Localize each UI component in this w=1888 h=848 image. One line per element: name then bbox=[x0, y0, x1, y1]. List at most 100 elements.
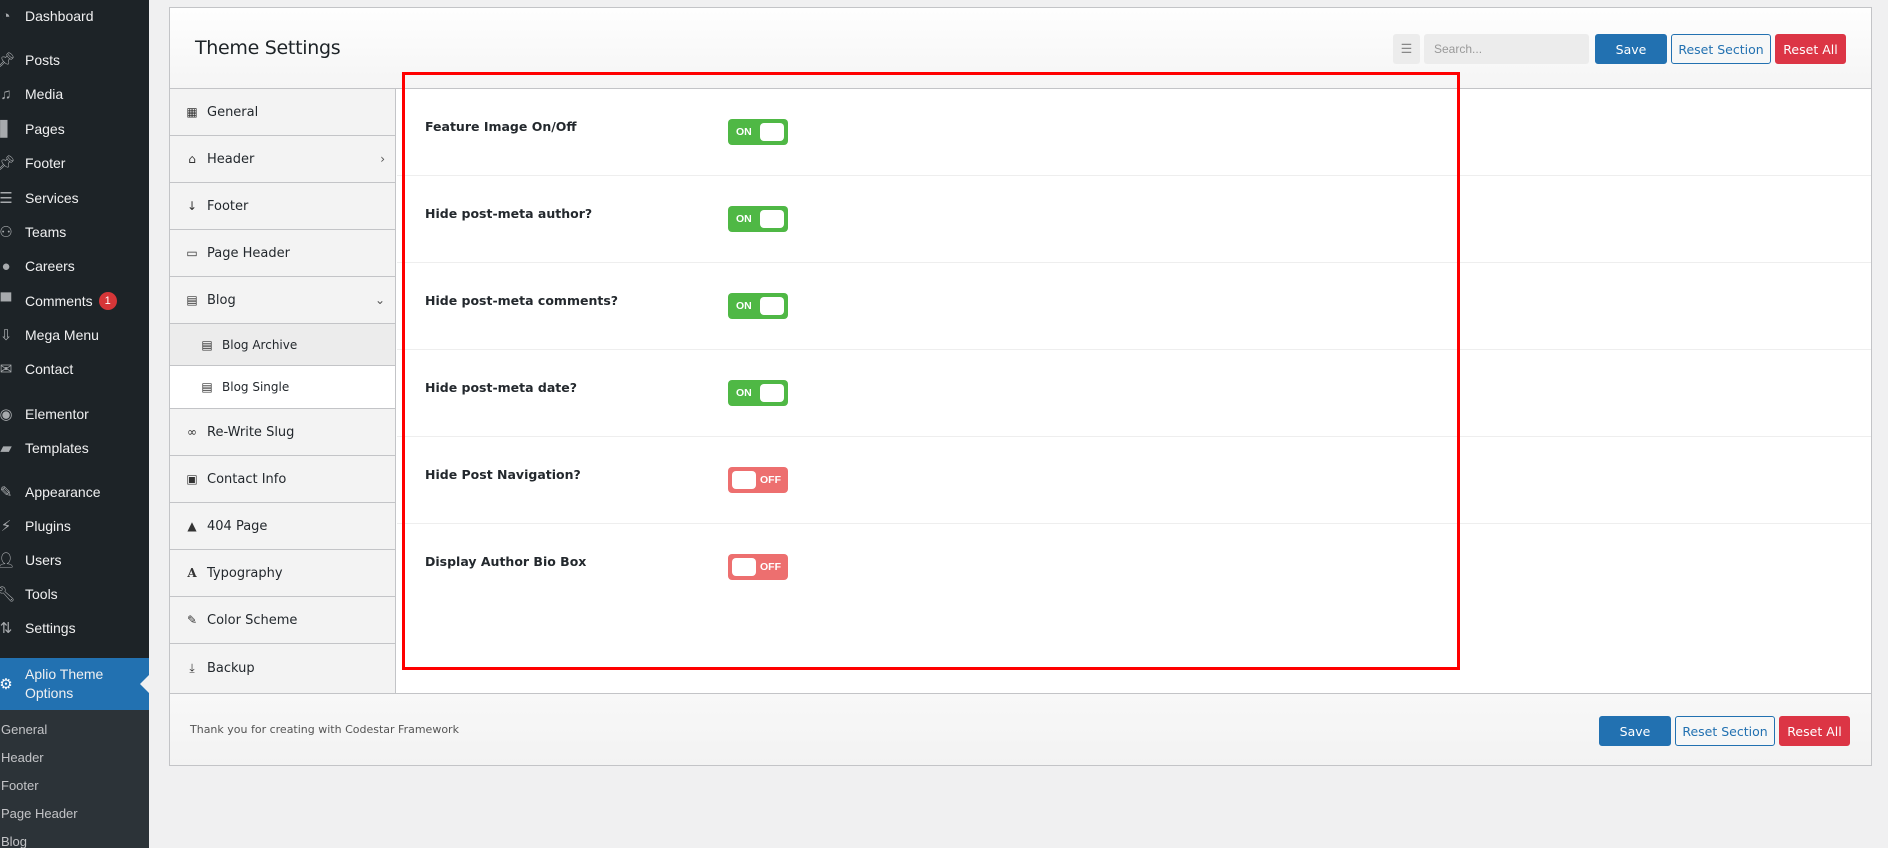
font-icon: A bbox=[187, 566, 197, 580]
menu-item-careers[interactable]: ● Careers bbox=[0, 249, 149, 283]
gear-icon: ⚙ bbox=[0, 676, 13, 693]
settings-content: Feature Image On/Off ON Hide post-meta a… bbox=[397, 89, 1871, 693]
expand-all-button[interactable]: ☰ bbox=[1393, 34, 1420, 64]
list-icon: ☰ bbox=[0, 190, 13, 207]
field-title: Hide post-meta author? bbox=[425, 206, 593, 221]
menu-item-aplio-theme-options[interactable]: ⚙ Aplio Theme Options bbox=[0, 658, 149, 710]
wrench-icon: 🔧︎ bbox=[0, 586, 16, 603]
field-hide-post-navigation: Hide Post Navigation? OFF bbox=[397, 437, 1871, 524]
pin-icon: 📌︎ bbox=[0, 155, 16, 172]
field-title: Feature Image On/Off bbox=[425, 119, 577, 134]
page-title: Theme Settings bbox=[195, 37, 341, 59]
submenu-item-general[interactable]: General bbox=[1, 722, 47, 737]
link-icon: ∞ bbox=[187, 425, 197, 439]
footer-reset-all-button[interactable]: Reset All bbox=[1779, 716, 1850, 746]
menu-item-tools[interactable]: 🔧︎ Tools bbox=[0, 577, 149, 611]
groups-icon: ⚇ bbox=[0, 224, 13, 241]
menu-item-teams[interactable]: ⚇ Teams bbox=[0, 215, 149, 249]
menu-item-pages[interactable]: ▋ Pages bbox=[0, 112, 149, 146]
id-card-icon: ▣ bbox=[186, 472, 198, 486]
theme-settings-panel: Theme Settings ☰ Save Reset Section Rese… bbox=[169, 7, 1872, 766]
active-menu-label-line1: Aplio Theme bbox=[25, 666, 104, 682]
nav-item-typography[interactable]: A Typography bbox=[170, 550, 395, 597]
nav-item-color-scheme[interactable]: ✎ Color Scheme bbox=[170, 597, 395, 644]
admin-submenu: General Header Footer Page Header Blog bbox=[0, 710, 149, 848]
download-icon: ⤓ bbox=[189, 661, 195, 675]
file-icon: ▤ bbox=[201, 380, 213, 394]
toggle-switch[interactable]: ON bbox=[728, 293, 788, 319]
settings-icon: ⇅ bbox=[0, 620, 13, 637]
menu-item-comments[interactable]: ▀ Comments 1 bbox=[0, 284, 149, 318]
toggle-switch[interactable]: OFF bbox=[728, 467, 788, 493]
nav-item-page-header[interactable]: ▭ Page Header bbox=[170, 230, 395, 277]
nav-item-backup[interactable]: ⤓ Backup bbox=[170, 644, 395, 693]
nav-item-contact-info[interactable]: ▣ Contact Info bbox=[170, 456, 395, 503]
chevron-right-icon: › bbox=[380, 152, 385, 166]
footer-save-button[interactable]: Save bbox=[1599, 716, 1671, 746]
user-icon: 👤︎ bbox=[0, 552, 16, 569]
nav-subitem-blog-single[interactable]: ▤ Blog Single bbox=[170, 366, 395, 409]
brush-icon: ✎ bbox=[0, 484, 13, 501]
toggle-knob bbox=[732, 471, 756, 489]
settings-nav: ▦ General ⌂ Header › ↓ Footer ▭ Page Header ▤… bbox=[170, 89, 396, 693]
pages-icon: ▋ bbox=[0, 121, 12, 138]
menu-item-templates[interactable]: ▰ Templates bbox=[0, 431, 149, 465]
nav-item-404-page[interactable]: ▲ 404 Page bbox=[170, 503, 395, 550]
menu-item-dashboard[interactable]: ◔ Dashboard bbox=[0, 0, 149, 33]
field-title: Display Author Bio Box bbox=[425, 554, 587, 569]
dashboard-icon: ◔ bbox=[1, 7, 11, 25]
file-icon: ▤ bbox=[201, 337, 213, 352]
toggle-switch[interactable]: OFF bbox=[728, 554, 788, 580]
menu-item-contact[interactable]: ✉ Contact bbox=[0, 352, 149, 386]
toggle-knob bbox=[732, 558, 756, 576]
admin-sidebar: ◔ Dashboard 📌︎ Posts ♫ Media ▋ Pages 📌︎ Foote… bbox=[0, 0, 149, 848]
panel-header: Theme Settings ☰ Save Reset Section Rese… bbox=[170, 8, 1871, 89]
lightbulb-icon: ● bbox=[1, 257, 11, 275]
arrow-down-icon: ↓ bbox=[186, 199, 198, 213]
search-input[interactable] bbox=[1424, 34, 1589, 64]
file-icon: ▤ bbox=[186, 293, 198, 307]
comment-icon: ▀ bbox=[0, 292, 12, 310]
toggle-switch[interactable]: ON bbox=[728, 380, 788, 406]
paint-brush-icon: ✎ bbox=[186, 613, 198, 627]
submenu-item-header[interactable]: Header bbox=[1, 750, 44, 765]
field-author-bio-box: Display Author Bio Box OFF bbox=[397, 524, 1871, 611]
menu-item-services[interactable]: ☰ Services bbox=[0, 181, 149, 215]
image-icon: ▭ bbox=[186, 246, 198, 260]
active-indicator-arrow bbox=[140, 675, 149, 693]
submenu-item-page-header[interactable]: Page Header bbox=[1, 806, 78, 821]
nav-item-rewrite-slug[interactable]: ∞ Re-Write Slug bbox=[170, 409, 395, 456]
building-icon: ▦ bbox=[186, 105, 198, 119]
toggle-switch[interactable]: ON bbox=[728, 206, 788, 232]
nav-subitem-blog-archive[interactable]: ▤ Blog Archive bbox=[170, 324, 395, 366]
comments-count-badge: 1 bbox=[98, 292, 117, 310]
footer-credit: Thank you for creating with Codestar Fra… bbox=[190, 723, 459, 736]
menu-item-plugins[interactable]: ⚡︎ Plugins bbox=[0, 509, 149, 543]
menu-item-mega-menu[interactable]: ⇩ Mega Menu bbox=[0, 318, 149, 352]
nav-item-footer[interactable]: ↓ Footer bbox=[170, 183, 395, 230]
menu-item-users[interactable]: 👤︎ Users bbox=[0, 543, 149, 577]
footer-reset-section-button[interactable]: Reset Section bbox=[1675, 716, 1775, 746]
home-icon: ⌂ bbox=[188, 152, 196, 166]
warning-icon: ▲ bbox=[187, 519, 197, 533]
toggle-knob bbox=[760, 210, 784, 228]
nav-item-header[interactable]: ⌂ Header › bbox=[170, 136, 395, 183]
toggle-switch[interactable]: ON bbox=[728, 119, 788, 145]
field-title: Hide post-meta date? bbox=[425, 380, 578, 395]
nav-item-blog[interactable]: ▤ Blog ⌄ bbox=[170, 277, 395, 324]
menu-item-posts[interactable]: 📌︎ Posts bbox=[0, 43, 149, 77]
save-button[interactable]: Save bbox=[1595, 34, 1667, 64]
submenu-item-blog[interactable]: Blog bbox=[1, 834, 27, 848]
reset-section-button[interactable]: Reset Section bbox=[1671, 34, 1771, 64]
chevron-down-icon: ⌄ bbox=[374, 293, 385, 307]
menu-item-media[interactable]: ♫ Media bbox=[0, 77, 149, 111]
submenu-item-footer[interactable]: Footer bbox=[1, 778, 39, 793]
nav-item-general[interactable]: ▦ General bbox=[170, 89, 395, 136]
reset-all-button[interactable]: Reset All bbox=[1775, 34, 1846, 64]
menu-item-settings[interactable]: ⇅ Settings bbox=[0, 611, 149, 645]
menu-item-elementor[interactable]: ◉ Elementor bbox=[0, 397, 149, 431]
field-hide-date: Hide post-meta date? ON bbox=[397, 350, 1871, 437]
menu-item-footer[interactable]: 📌︎ Footer bbox=[0, 146, 149, 180]
folder-icon: ▰ bbox=[0, 440, 12, 457]
menu-item-appearance[interactable]: ✎ Appearance bbox=[0, 475, 149, 509]
